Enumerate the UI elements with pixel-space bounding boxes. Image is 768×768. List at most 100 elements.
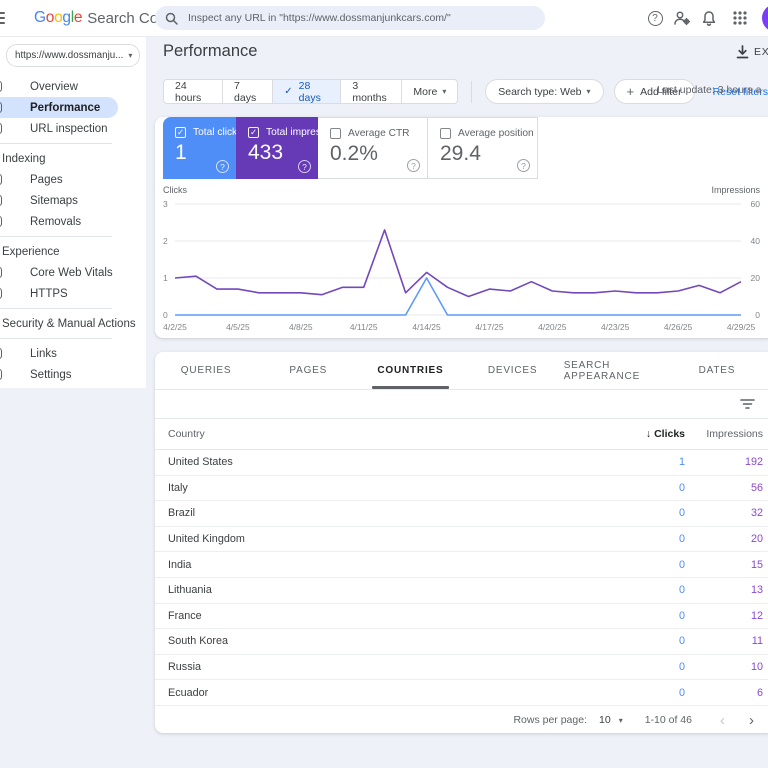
url-inspect-input[interactable] <box>186 11 535 25</box>
sidebar-item-core-web-vitals[interactable]: Core Web Vitals <box>0 262 146 283</box>
rows-per-page-label: Rows per page: <box>513 714 587 727</box>
logo-letter: G <box>34 9 46 26</box>
table-row[interactable]: Brazil 0 32 <box>155 501 768 527</box>
filter-list-icon[interactable] <box>740 398 755 410</box>
range-7-days[interactable]: 7 days <box>223 79 274 104</box>
chevron-down-icon <box>128 51 132 60</box>
total-impressions-tile[interactable]: Total impressions 433 <box>236 117 345 179</box>
impressions-cell: 10 <box>750 661 763 674</box>
tab-queries[interactable]: QUERIES <box>155 352 257 389</box>
help-icon[interactable] <box>646 9 664 27</box>
manage-users-icon[interactable] <box>673 9 691 27</box>
range-3-months[interactable]: 3 months <box>341 79 403 104</box>
tab-devices[interactable]: DEVICES <box>462 352 564 389</box>
sidebar-item-links[interactable]: Links <box>0 343 146 364</box>
total-clicks-tile[interactable]: Total clicks 1 <box>163 117 242 179</box>
impressions-cell: 11 <box>751 635 763 648</box>
sidebar-item-label: Pages <box>30 173 63 186</box>
sidebar-item-removals[interactable]: Removals <box>0 211 146 232</box>
avatar[interactable] <box>762 4 768 32</box>
sidebar-item-performance[interactable]: Performance <box>0 97 118 118</box>
country-cell: France <box>168 609 202 622</box>
range-more-button[interactable]: More <box>402 79 459 104</box>
help-icon[interactable] <box>298 160 311 173</box>
impressions-cell: 13 <box>750 584 763 597</box>
impressions-cell: 12 <box>750 609 763 622</box>
chevron-down-icon <box>619 716 623 725</box>
tab-dates[interactable]: DATES <box>666 352 768 389</box>
notifications-icon[interactable] <box>700 9 718 27</box>
sidebar-section-security[interactable]: Security & Manual Actions <box>0 313 146 334</box>
sidebar-item-https[interactable]: HTTPS <box>0 283 146 304</box>
logo-letter: o <box>54 9 63 26</box>
country-cell: Italy <box>168 481 188 494</box>
sidebar-section-indexing[interactable]: Indexing <box>0 148 146 169</box>
table-row[interactable]: South Korea 0 11 <box>155 629 768 655</box>
impressions-cell: 20 <box>750 533 763 546</box>
links-icon <box>0 348 6 360</box>
property-selector[interactable]: https://www.dossmanju... <box>6 44 140 67</box>
search-icon <box>165 12 178 25</box>
divider <box>0 143 112 144</box>
table-row[interactable]: Italy 0 56 <box>155 476 768 502</box>
help-icon[interactable] <box>517 159 530 172</box>
table-row[interactable]: Ecuador 0 6 <box>155 680 768 706</box>
tab-countries[interactable]: COUNTRIES <box>359 352 461 389</box>
help-icon[interactable] <box>216 160 229 173</box>
sidebar-section-experience[interactable]: Experience <box>0 241 146 262</box>
help-icon[interactable] <box>407 159 420 172</box>
x-tick-label: 4/23/25 <box>601 322 630 332</box>
table-row[interactable]: Russia 0 10 <box>155 655 768 681</box>
average-position-tile[interactable]: Average position 29.4 <box>428 117 538 179</box>
tab-pages[interactable]: PAGES <box>257 352 359 389</box>
table-row[interactable]: India 0 15 <box>155 552 768 578</box>
table-body: United States 1 192 Italy 0 56 Brazil 0 32 United… <box>155 450 768 706</box>
divider <box>0 338 112 339</box>
table-header-row: Country Clicks Impressions <box>155 419 768 450</box>
column-header-clicks[interactable]: Clicks <box>605 428 685 440</box>
rows-per-page-select[interactable]: 10 <box>599 714 611 726</box>
impressions-cell: 192 <box>744 456 763 469</box>
sidebar-item-url-inspection[interactable]: URL inspection <box>0 118 146 139</box>
checkbox-unchecked-icon[interactable] <box>330 128 341 139</box>
column-header-country[interactable]: Country <box>155 428 605 440</box>
average-ctr-tile[interactable]: Average CTR 0.2% <box>318 117 428 179</box>
search-type-filter[interactable]: Search type: Web <box>485 79 604 104</box>
table-row[interactable]: France 0 12 <box>155 604 768 630</box>
checkbox-unchecked-icon[interactable] <box>440 128 451 139</box>
sidebar-item-pages[interactable]: Pages <box>0 169 146 190</box>
sidebar-item-settings[interactable]: Settings <box>0 364 146 385</box>
sidebar-item-label: Sitemaps <box>30 194 78 207</box>
impressions-cell: 6 <box>756 686 763 699</box>
previous-page-button[interactable]: ‹ <box>720 713 725 728</box>
country-cell: India <box>168 558 192 571</box>
clicks-cell: 0 <box>678 533 685 546</box>
apps-grid-icon[interactable] <box>731 9 749 27</box>
chart-panel: Total clicks 1 Total impressions 433 Ave… <box>155 117 768 338</box>
column-header-impressions[interactable]: Impressions <box>685 428 768 440</box>
range-28-days[interactable]: 28 days <box>273 79 342 104</box>
x-tick-label: 4/14/25 <box>412 322 441 332</box>
logo-letter: o <box>45 9 55 26</box>
table-row[interactable]: Lithuania 0 13 <box>155 578 768 604</box>
clicks-cell: 0 <box>678 661 685 674</box>
checkbox-checked-icon[interactable] <box>248 127 259 138</box>
page-title: Performance <box>163 42 258 60</box>
table-row[interactable]: United Kingdom 0 20 <box>155 527 768 553</box>
export-button[interactable]: EXPORT <box>736 45 768 59</box>
performance-chart[interactable]: Clicks Impressions 0 0 1 20 2 40 3 60 4/2/25 4/5/25… <box>155 181 768 338</box>
table-row[interactable]: United States 1 192 <box>155 450 768 476</box>
tab-search-appearance[interactable]: SEARCH APPEARANCE <box>564 352 666 389</box>
country-cell: South Korea <box>168 635 229 648</box>
next-page-button[interactable]: › <box>749 713 754 728</box>
x-tick-label: 4/11/25 <box>350 322 378 332</box>
checkbox-checked-icon[interactable] <box>175 127 186 138</box>
x-tick-label: 4/5/25 <box>226 322 250 332</box>
x-tick-label: 4/2/25 <box>163 322 187 332</box>
range-24-hours[interactable]: 24 hours <box>163 79 224 104</box>
sidebar-item-overview[interactable]: Overview <box>0 76 146 97</box>
https-icon <box>0 288 6 300</box>
url-inspect-searchbox[interactable] <box>155 6 545 30</box>
menu-icon[interactable] <box>0 12 5 27</box>
sidebar-item-sitemaps[interactable]: Sitemaps <box>0 190 146 211</box>
